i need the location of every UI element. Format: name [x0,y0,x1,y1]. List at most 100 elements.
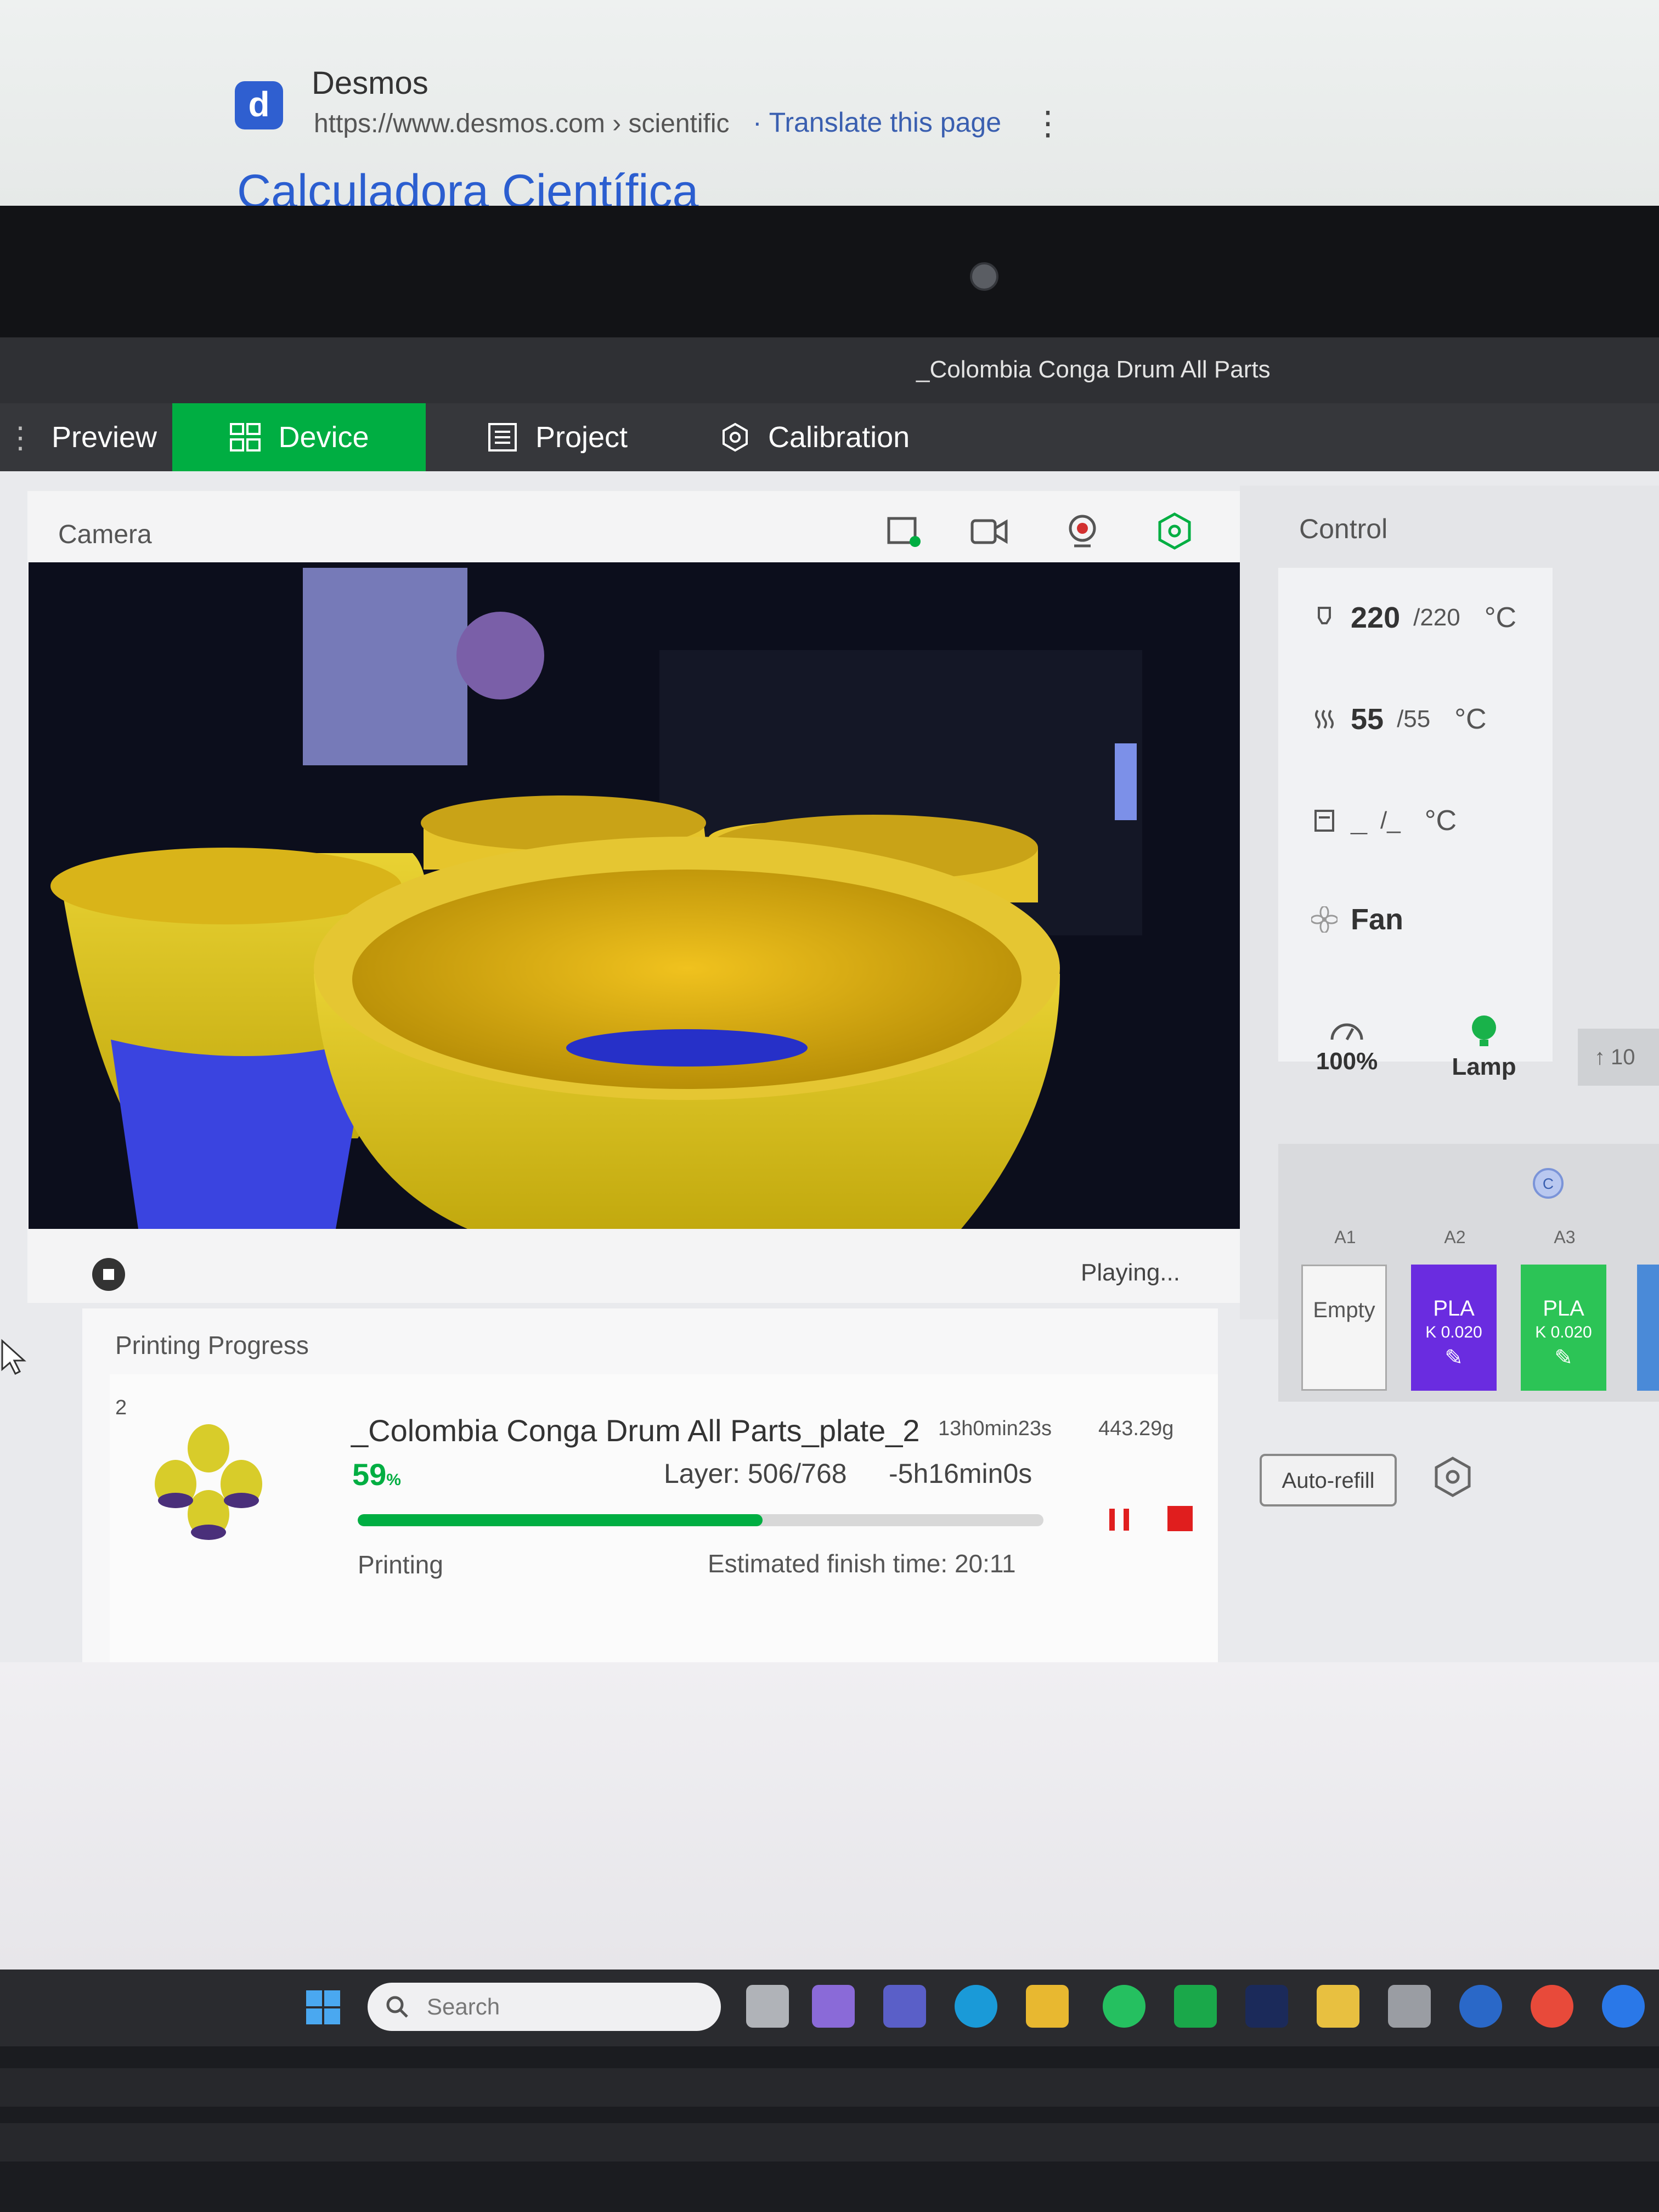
nozzle-temp[interactable]: 220 /220 °C [1311,601,1516,635]
webcam-icon[interactable] [1062,511,1103,551]
camera-label: Camera [58,520,152,549]
ams-panel: C A1 A2 A3 Empty PLA K 0.020 ✎ PLA K 0.0… [1278,1144,1659,1402]
laptop-keyboard [0,2046,1659,2212]
sticky-notes-icon[interactable] [1026,1985,1069,2028]
remaining-time: -5h16min0s [889,1458,1032,1489]
translate-link[interactable]: · Translate this page [753,106,1001,138]
device-icon [230,423,261,452]
z-axis-up-button[interactable]: ↑ 10 [1578,1029,1659,1086]
slot-a1-badge: A1 [1334,1227,1356,1247]
tab-device[interactable]: Device [172,403,426,471]
recording-icon[interactable] [969,511,1009,551]
speed-gauge-icon [1330,1023,1363,1041]
ams-slot-a4-partial[interactable] [1637,1265,1659,1391]
stop-print-button[interactable] [1167,1506,1193,1531]
z-axis-step: 10 [1611,1045,1635,1069]
nozzle-icon [1318,607,1331,624]
print-status: Printing [358,1550,443,1579]
plate-thumbnail [155,1424,262,1540]
result-url[interactable]: https://www.desmos.com › scientific [314,109,730,139]
estimated-finish: Estimated finish time: 20:11 [708,1549,1016,1578]
progress-bar [358,1514,1043,1526]
tab-calibration[interactable]: Calibration [719,403,938,471]
camera-stop-icon[interactable] [91,1256,127,1293]
plate-index: 2 [115,1396,127,1419]
speed-control[interactable]: 100% [1306,1012,1388,1075]
slot-a2-k: K 0.020 [1425,1323,1482,1341]
chrome-icon[interactable] [1531,1985,1573,2028]
fan-control[interactable]: Fan [1311,902,1403,936]
edit-icon[interactable]: ✎ [1521,1345,1606,1370]
edit-icon[interactable]: ✎ [1411,1345,1497,1370]
whatsapp-icon[interactable] [1103,1985,1146,2028]
ams-refresh-icon[interactable]: C [1531,1166,1566,1201]
result-title-link[interactable]: Calculadora Científica [237,165,698,206]
facebook-icon[interactable] [1602,1985,1645,2028]
browser-search-result: d Desmos https://www.desmos.com › scient… [0,0,1659,206]
tab-project-label: Project [535,421,628,454]
app-icon[interactable] [1388,1985,1431,2028]
windows-start-icon[interactable] [305,1989,341,2025]
photoshop-icon[interactable] [1245,1985,1288,2028]
desmos-logo: d [235,81,283,129]
bambu-studio-icon[interactable] [1174,1985,1217,2028]
empty-workspace [0,1662,1659,1970]
tab-device-label: Device [278,421,369,454]
slot-a3-k: K 0.020 [1535,1323,1592,1341]
slot-a3-badge: A3 [1554,1227,1576,1247]
webcam-lens [970,262,998,291]
pause-button[interactable] [1103,1503,1136,1536]
tab-preview[interactable]: ⋮ Preview [0,403,170,471]
progress-body: 2 _Colombia Conga Drum All Parts_plate_2… [110,1374,1218,1665]
slot-a3-type: PLA [1543,1296,1584,1321]
control-label: Control [1299,514,1388,544]
progress-percent: 59% [352,1457,401,1492]
temperature-controls: 220 /220 °C 55 /55 °C _ /_ °C Fan 100% L… [1278,568,1553,1080]
camera-status: Playing... [1081,1259,1180,1286]
auto-refill-button[interactable]: Auto-refill [1260,1454,1397,1506]
progress-bar-fill [358,1514,763,1526]
key-row [0,2123,1659,2162]
slot-a2-type: PLA [1433,1296,1475,1321]
nozzle-current: 220 [1351,601,1401,634]
project-icon [488,423,517,452]
result-site-name[interactable]: Desmos [312,65,428,101]
task-view-icon[interactable] [746,1985,789,2028]
camera-feed-image [29,562,1246,1229]
bed-target[interactable]: /55 [1397,706,1430,733]
calibration-icon [723,422,748,452]
ams-slot-a2[interactable]: PLA K 0.020 ✎ [1411,1265,1497,1391]
mouse-cursor-icon [1,1339,26,1375]
search-icon [386,1996,408,2018]
file-explorer-icon[interactable] [1317,1985,1359,2028]
svg-text:C: C [1543,1175,1554,1192]
bed-temp[interactable]: 55 /55 °C [1311,702,1487,736]
chamber-unit: °C [1424,805,1457,837]
fan-icon [1311,906,1338,933]
fan-label: Fan [1351,903,1404,936]
ams-slot-a3[interactable]: PLA K 0.020 ✎ [1521,1265,1606,1391]
speed-value: 100% [1316,1048,1378,1075]
job-name: _Colombia Conga Drum All Parts_plate_2 [351,1413,920,1448]
teams-icon[interactable] [883,1985,926,2028]
progress-percent-sign: % [386,1471,401,1489]
ams-slot-a1[interactable]: Empty [1301,1265,1387,1391]
sd-card-icon[interactable] [883,511,924,551]
tab-project[interactable]: Project [486,403,651,471]
bed-heat-icon [1315,709,1334,729]
total-time: 13h0min23s [938,1417,1052,1440]
copilot-icon[interactable] [812,1985,855,2028]
camera-feed [29,562,1246,1229]
nozzle-target[interactable]: /220 [1413,604,1460,631]
more-options-icon[interactable]: ⋮ [1031,104,1064,143]
slot-a1-type: Empty [1313,1298,1375,1322]
steam-icon[interactable] [1459,1985,1502,2028]
ams-settings-icon[interactable] [1430,1454,1476,1500]
arrow-up-icon: ↑ [1594,1045,1605,1069]
lamp-toggle[interactable]: Lamp [1443,1012,1525,1081]
taskbar-search[interactable]: Search [368,1983,721,2031]
edge-icon[interactable] [955,1985,997,2028]
tab-bar: ⋮ Preview Device Project Calibration [0,403,1659,471]
camera-settings-icon[interactable] [1154,511,1195,551]
progress-header: Printing Progress [115,1331,309,1359]
